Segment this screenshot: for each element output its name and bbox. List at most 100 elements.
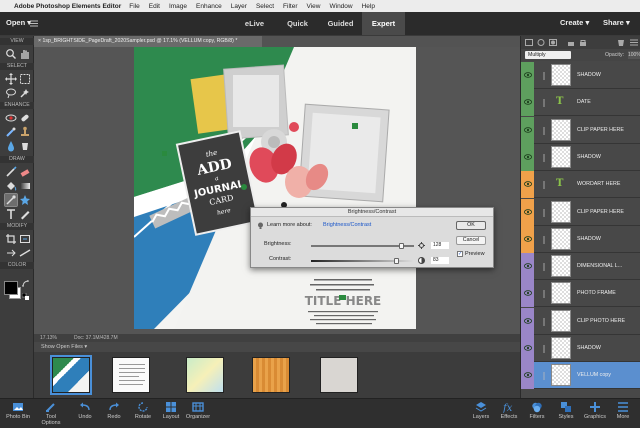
custom-shape-tool-icon[interactable] bbox=[19, 194, 31, 206]
canvas-area[interactable]: the ADD a JOURNAL CARD here TITLE HERE bbox=[34, 47, 520, 334]
visibility-eye-icon[interactable] bbox=[524, 208, 532, 215]
menu-help[interactable]: Help bbox=[362, 3, 375, 10]
zoom-tool-icon[interactable] bbox=[5, 48, 17, 60]
gradient-tool-icon[interactable] bbox=[19, 180, 31, 192]
ok-button[interactable]: OK bbox=[456, 221, 486, 230]
brightness-slider-handle[interactable] bbox=[399, 243, 405, 249]
marquee-tool-icon[interactable] bbox=[19, 73, 31, 85]
share-button[interactable]: Share ▾ bbox=[603, 18, 630, 27]
crop-tool-icon[interactable] bbox=[5, 233, 17, 245]
tab-quick[interactable]: Quick bbox=[276, 12, 319, 35]
effects-button[interactable]: fx Effects bbox=[494, 401, 524, 420]
graphics-button[interactable]: Graphics bbox=[580, 401, 610, 420]
preview-checkbox[interactable]: ✓ bbox=[457, 251, 463, 257]
move-tool-icon[interactable] bbox=[5, 73, 17, 85]
layer-row[interactable]: SHADOW bbox=[521, 62, 640, 89]
lock-layer-icon[interactable] bbox=[579, 39, 587, 46]
menu-select[interactable]: Select bbox=[256, 3, 274, 10]
redo-button[interactable]: Redo bbox=[99, 401, 129, 420]
quick-selection-tool-icon[interactable] bbox=[19, 87, 31, 99]
open-file-thumb-5[interactable] bbox=[320, 357, 358, 393]
type-tool-icon[interactable] bbox=[5, 208, 17, 220]
organizer-button[interactable]: Organizer bbox=[183, 401, 213, 420]
spot-healing-tool-icon[interactable] bbox=[19, 112, 31, 124]
menu-file[interactable]: File bbox=[129, 3, 139, 10]
menu-filter[interactable]: Filter bbox=[283, 3, 297, 10]
hand-tool-icon[interactable] bbox=[19, 48, 31, 60]
open-file-thumb-1[interactable] bbox=[50, 355, 92, 395]
cancel-button[interactable]: Cancel bbox=[456, 236, 486, 245]
layers-button[interactable]: Layers bbox=[466, 401, 496, 420]
more-button[interactable]: More bbox=[608, 401, 638, 420]
layer-row[interactable]: PHOTO FRAME bbox=[521, 280, 640, 308]
layout-button[interactable]: Layout bbox=[156, 401, 186, 420]
content-aware-move-tool-icon[interactable] bbox=[5, 247, 17, 259]
swap-colors-icon[interactable] bbox=[22, 280, 30, 288]
menu-window[interactable]: Window bbox=[329, 3, 352, 10]
tool-options-button[interactable]: Tool Options bbox=[36, 401, 66, 426]
new-layer-icon[interactable] bbox=[525, 39, 533, 46]
visibility-eye-icon[interactable] bbox=[524, 154, 532, 160]
visibility-eye-icon[interactable] bbox=[524, 72, 532, 78]
menu-view[interactable]: View bbox=[307, 3, 321, 10]
opacity-input[interactable]: 100% bbox=[628, 51, 640, 59]
contrast-slider-handle[interactable] bbox=[393, 258, 399, 264]
layer-row[interactable]: T DATE bbox=[521, 89, 640, 117]
red-eye-tool-icon[interactable] bbox=[5, 112, 17, 124]
pencil-tool-icon[interactable] bbox=[19, 208, 31, 220]
lasso-tool-icon[interactable] bbox=[5, 87, 17, 99]
eraser-tool-icon[interactable] bbox=[19, 166, 31, 178]
color-picker-tool-icon[interactable] bbox=[4, 193, 18, 207]
create-button[interactable]: Create ▾ bbox=[560, 18, 589, 27]
visibility-eye-icon[interactable] bbox=[524, 372, 532, 378]
foreground-color-swatch[interactable] bbox=[4, 281, 18, 295]
paint-bucket-tool-icon[interactable] bbox=[5, 180, 17, 192]
delete-layer-icon[interactable] bbox=[617, 39, 625, 46]
layer-row[interactable]: CLIP PAPER HERE bbox=[521, 116, 640, 144]
tab-guided[interactable]: Guided bbox=[319, 12, 362, 35]
visibility-eye-icon[interactable] bbox=[524, 290, 532, 297]
tab-elive[interactable]: eLive bbox=[233, 12, 276, 35]
blur-tool-icon[interactable] bbox=[5, 140, 17, 152]
default-colors-icon[interactable] bbox=[22, 293, 29, 300]
visibility-eye-icon[interactable] bbox=[524, 181, 532, 187]
brush-tool-icon[interactable] bbox=[5, 166, 17, 178]
menu-edit[interactable]: Edit bbox=[149, 3, 160, 10]
recompose-tool-icon[interactable] bbox=[19, 233, 31, 245]
visibility-eye-icon[interactable] bbox=[524, 345, 532, 351]
styles-button[interactable]: Styles bbox=[551, 401, 581, 420]
new-adjustment-layer-icon[interactable] bbox=[537, 39, 545, 46]
smart-brush-tool-icon[interactable] bbox=[5, 126, 17, 138]
layer-row[interactable]: CLIP PHOTO HERE bbox=[521, 307, 640, 335]
straighten-tool-icon[interactable] bbox=[19, 247, 31, 259]
panel-menu-icon[interactable] bbox=[630, 39, 638, 46]
tab-expert[interactable]: Expert bbox=[362, 12, 405, 35]
brightness-value-field[interactable]: 128 bbox=[431, 242, 449, 249]
open-file-thumb-3[interactable] bbox=[186, 357, 224, 393]
document-canvas[interactable]: the ADD a JOURNAL CARD here TITLE HERE bbox=[134, 47, 416, 329]
open-file-thumb-4[interactable] bbox=[252, 357, 290, 393]
blend-mode-select[interactable]: Multiply bbox=[525, 51, 571, 59]
open-button[interactable]: Open ▾ bbox=[6, 18, 31, 27]
clone-stamp-tool-icon[interactable] bbox=[19, 126, 31, 138]
layer-row[interactable]: CLIP PAPER HERE bbox=[521, 198, 640, 226]
layer-row[interactable]: SHADOW bbox=[521, 335, 640, 362]
layer-row[interactable]: SHADOW bbox=[521, 225, 640, 253]
filters-button[interactable]: Filters bbox=[522, 401, 552, 420]
visibility-eye-icon[interactable] bbox=[524, 317, 532, 324]
undo-button[interactable]: Undo bbox=[70, 401, 100, 420]
rotate-button[interactable]: Rotate bbox=[128, 401, 158, 420]
visibility-eye-icon[interactable] bbox=[524, 126, 532, 133]
photo-bin-header[interactable]: Show Open Files ▾ bbox=[34, 342, 520, 352]
menu-image[interactable]: Image bbox=[169, 3, 187, 10]
document-tab[interactable]: × 1sp_BRIGHTSIDE_PageDraft_2020Sampler.p… bbox=[34, 36, 262, 47]
open-recent-icon[interactable] bbox=[30, 20, 38, 27]
menu-enhance[interactable]: Enhance bbox=[196, 3, 222, 10]
app-name-menu[interactable]: Adobe Photoshop Elements Editor bbox=[14, 3, 121, 10]
layer-row[interactable]: DIMENSIONAL L... bbox=[521, 253, 640, 281]
sponge-tool-icon[interactable] bbox=[19, 140, 31, 152]
layer-row[interactable]: T WORDART HERE bbox=[521, 171, 640, 199]
open-file-thumb-2[interactable] bbox=[112, 357, 150, 393]
contrast-value-field[interactable]: 83 bbox=[431, 257, 449, 264]
photo-bin-button[interactable]: Photo Bin bbox=[3, 401, 33, 420]
